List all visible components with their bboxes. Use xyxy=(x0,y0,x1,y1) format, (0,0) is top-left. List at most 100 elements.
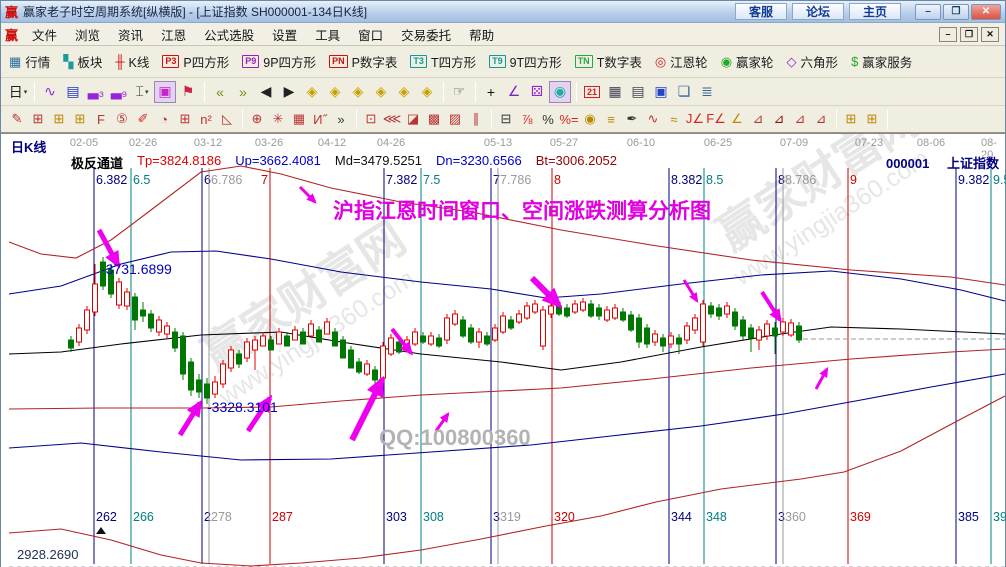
n-square-icon[interactable]: n² xyxy=(196,109,216,130)
crosshair-tool-icon[interactable]: + xyxy=(480,81,502,103)
save-icon[interactable]: ▣ xyxy=(650,81,672,103)
gold-wave-icon[interactable]: ≈ xyxy=(664,109,684,130)
bars-3-icon[interactable]: ▃₃ xyxy=(85,81,107,103)
menu-item-设置[interactable]: 设置 xyxy=(263,25,306,44)
toolbar-sectors-button[interactable]: ▚板块 xyxy=(63,52,102,71)
toolbar-hexagon-button[interactable]: ◇六角形 xyxy=(787,52,839,71)
percent-cut-icon[interactable]: ⅞ xyxy=(517,109,537,130)
gold-eq-icon[interactable]: ≡ xyxy=(601,109,621,130)
grid-icon[interactable]: ⊞ xyxy=(28,109,48,130)
gold-grid-2-icon[interactable]: ⊞ xyxy=(70,109,90,130)
dense-grid-icon[interactable]: ▩ xyxy=(424,109,444,130)
red-brush-icon[interactable]: ✐ xyxy=(133,109,153,130)
menu-item-公式选股[interactable]: 公式选股 xyxy=(195,25,263,44)
toolbar-kline-button[interactable]: ╫K线 xyxy=(115,52,149,71)
time-circle-icon[interactable]: ◔ xyxy=(154,109,174,130)
menu-item-浏览[interactable]: 浏览 xyxy=(66,25,109,44)
angle-sail-icon[interactable]: ◺ xyxy=(217,109,237,130)
close-button[interactable]: ✕ xyxy=(971,4,1001,20)
menu-item-资讯[interactable]: 资讯 xyxy=(109,25,152,44)
timeshare-icon[interactable]: ∿ xyxy=(39,81,61,103)
info-doc-icon[interactable]: ▤ xyxy=(62,81,84,103)
minimize-button[interactable]: – xyxy=(915,4,941,20)
color-flag-icon[interactable]: ⚑ xyxy=(177,81,199,103)
f-grid-icon[interactable]: F xyxy=(91,109,111,130)
menu-item-工具[interactable]: 工具 xyxy=(306,25,349,44)
compress-x-icon[interactable]: ◈ xyxy=(370,81,392,103)
menu-item-帮助[interactable]: 帮助 xyxy=(460,25,503,44)
reverse-angle-icon[interactable]: ⊿ xyxy=(769,109,789,130)
hand-tool-icon[interactable]: ☞ xyxy=(448,81,470,103)
menu-item-江恩[interactable]: 江恩 xyxy=(152,25,195,44)
fit-screen-icon[interactable]: ◈ xyxy=(416,81,438,103)
toolbar-winner-wheel-button[interactable]: ◉赢家轮 xyxy=(721,52,774,71)
percent-icon[interactable]: % xyxy=(538,109,558,130)
restore-button[interactable]: ❐ xyxy=(943,4,969,20)
zoom-left-icon[interactable]: ◈ xyxy=(301,81,323,103)
parallel-lines-icon[interactable]: ∥ xyxy=(466,109,486,130)
toolbar-9t-square-button[interactable]: T99T四方形 xyxy=(489,52,562,71)
toolbar-9p-square-button[interactable]: P99P四方形 xyxy=(242,52,316,71)
angle-tool-icon[interactable]: ∠ xyxy=(503,81,525,103)
expand-x-icon[interactable]: ◈ xyxy=(347,81,369,103)
gold-grid-icon[interactable]: ⊞ xyxy=(49,109,69,130)
service-button[interactable]: 客服 xyxy=(735,3,787,20)
toolbar-p-square-button[interactable]: P3P四方形 xyxy=(162,52,229,71)
brush-icon[interactable]: ✎ xyxy=(7,109,27,130)
first-page-icon[interactable]: « xyxy=(209,81,231,103)
gann-crosshair-icon[interactable]: ⊕ xyxy=(247,109,267,130)
multi-window-icon[interactable]: ❏ xyxy=(673,81,695,103)
cycle-tool-icon[interactable]: ◉ xyxy=(549,81,571,103)
dice-tool-icon[interactable]: ⚄ xyxy=(526,81,548,103)
toolbar-winner-service-button[interactable]: $赢家服务 xyxy=(851,52,912,71)
percent-eq-icon[interactable]: %= xyxy=(559,109,579,130)
grid-2-icon[interactable]: ⊞ xyxy=(175,109,195,130)
four-angle-icon[interactable]: ⊿ xyxy=(811,109,831,130)
data-manager-icon[interactable]: ≣ xyxy=(696,81,718,103)
notepad-icon[interactable]: ▤ xyxy=(627,81,649,103)
mdi-minimize-button[interactable]: – xyxy=(939,27,957,42)
prev-bar-icon[interactable]: ◀ xyxy=(255,81,277,103)
toolbar-t-square-button[interactable]: T3T四方形 xyxy=(410,52,476,71)
j-angle-icon[interactable]: J∠ xyxy=(685,109,705,130)
calculator-icon[interactable]: ▦ xyxy=(604,81,626,103)
gold-angle-icon[interactable]: ∠ xyxy=(727,109,747,130)
fan-lines-icon[interactable]: ⋘ xyxy=(382,109,402,130)
toolbar-p-table-button[interactable]: PNP数字表 xyxy=(329,52,397,71)
i-mark-icon[interactable]: И˝ xyxy=(310,109,330,130)
ying-angle-icon[interactable]: ⊿ xyxy=(790,109,810,130)
menu-item-文件[interactable]: 文件 xyxy=(23,25,66,44)
toolbar-t-table-button[interactable]: TNT数字表 xyxy=(575,52,642,71)
wave-icon[interactable]: ∿ xyxy=(643,109,663,130)
web-icon[interactable]: ✳ xyxy=(268,109,288,130)
last-page-icon[interactable]: » xyxy=(232,81,254,103)
square-web-icon[interactable]: ▦ xyxy=(289,109,309,130)
calendar-21-icon[interactable]: 21 xyxy=(581,81,603,103)
circle-5-icon[interactable]: ⑤ xyxy=(112,109,132,130)
percent-table-icon[interactable]: ⊟ xyxy=(496,109,516,130)
gold-square-2-icon[interactable]: ⊞ xyxy=(862,109,882,130)
speed-line-icon[interactable]: ⊿ xyxy=(748,109,768,130)
toolbar-quotes-button[interactable]: ▦行情 xyxy=(9,52,50,71)
more-tools-icon[interactable]: » xyxy=(331,109,351,130)
gold-square-icon[interactable]: ⊞ xyxy=(841,109,861,130)
homepage-button[interactable]: 主页 xyxy=(849,3,901,20)
period-day-icon[interactable]: 日▾ xyxy=(7,81,29,103)
toolbar-gann-wheel-button[interactable]: ◎江恩轮 xyxy=(655,52,708,71)
forum-button[interactable]: 论坛 xyxy=(792,3,844,20)
f-angle-icon[interactable]: F∠ xyxy=(706,109,726,130)
candle-style-icon[interactable]: ⌶▾ xyxy=(131,81,153,103)
mdi-close-button[interactable]: ✕ xyxy=(981,27,999,42)
next-bar-icon[interactable]: ▶ xyxy=(278,81,300,103)
mdi-restore-button[interactable]: ❐ xyxy=(960,27,978,42)
chart-switch-icon[interactable]: ▣ xyxy=(154,81,176,103)
gold-coin-icon[interactable]: ◉ xyxy=(580,109,600,130)
bars-9-icon[interactable]: ▃₉ xyxy=(108,81,130,103)
expand-all-icon[interactable]: ◈ xyxy=(393,81,415,103)
square-frame-icon[interactable]: ⊡ xyxy=(361,109,381,130)
zoom-right-icon[interactable]: ◈ xyxy=(324,81,346,103)
ink-brush-icon[interactable]: ✒ xyxy=(622,109,642,130)
menu-item-窗口[interactable]: 窗口 xyxy=(349,25,392,44)
hatch-grid-icon[interactable]: ▨ xyxy=(445,109,465,130)
fan-square-icon[interactable]: ◪ xyxy=(403,109,423,130)
